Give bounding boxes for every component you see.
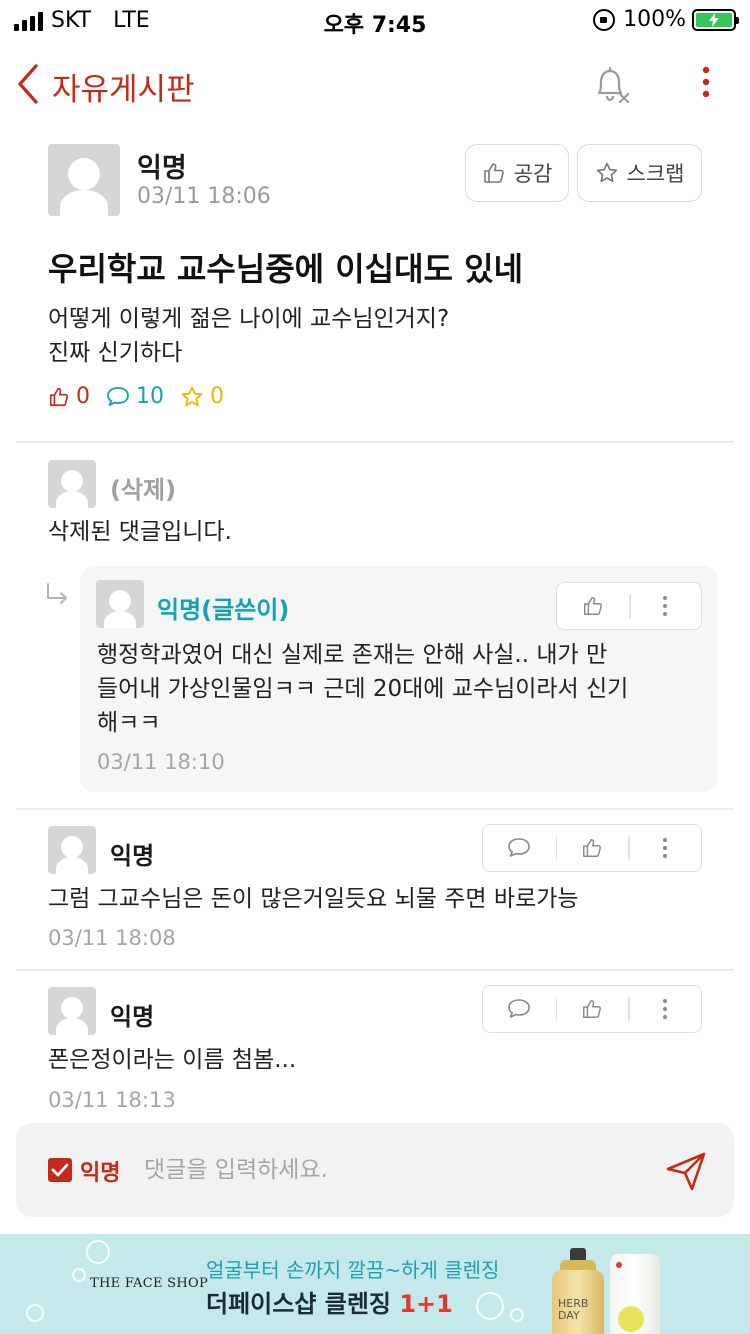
comment-count: 10 [106,384,164,409]
back-button[interactable] [14,62,44,106]
ad-headline: 얼굴부터 손까지 깔끔~하게 클렌징 [206,1258,500,1282]
like-count: 0 [48,384,90,409]
post-body-line: 어떻게 이렇게 젊은 나이에 교수님인거지? [48,306,450,332]
comment-author: 익명 [110,842,155,870]
star-icon [181,386,203,406]
board-title[interactable]: 자유게시판 [52,64,195,109]
bubble-decoration [476,1292,504,1320]
post-body: 어떻게 이렇게 젊은 나이에 교수님인거지? 진짜 신기하다 [48,302,449,370]
reply-arrow-icon [47,583,67,604]
comment-actions [482,985,702,1033]
post-title: 우리학교 교수님중에 이십대도 있네 [48,250,524,288]
notification-toggle-button[interactable] [590,64,632,106]
bubble-decoration [72,1268,86,1282]
like-button[interactable] [555,825,629,871]
product-tube-image [610,1254,660,1334]
comment-bubble-icon [107,386,129,406]
more-vertical-icon [662,838,667,858]
app-header: 자유게시판 [0,50,750,120]
comment-time: 03/11 18:08 [48,926,176,950]
star-icon [596,162,617,183]
post-author: 익명 [137,153,187,184]
like-button-label: 공감 [513,162,553,186]
thumbs-up-icon [583,1000,601,1018]
checkmark-icon [51,1163,69,1177]
chevron-left-icon [18,64,38,104]
comment-bubble-icon [508,838,531,857]
more-vertical-icon [663,596,667,616]
reply-comment: 익명(글쓴이) 행정학과였어 대신 실제로 존재는 안해 사실.. 내가 만 들… [80,566,718,792]
comment-text: 폰은정이라는 이름 첨봄... [48,1047,297,1073]
comment-bubble-icon [508,999,531,1018]
comment-author: 익명(글쓴이) [157,596,290,624]
like-button[interactable] [557,583,629,629]
thumbs-up-icon [583,839,601,857]
comment-text: 행정학과였어 대신 실제로 존재는 안해 사실.. 내가 만 들어내 가상인물임… [97,642,629,736]
comment-text: 삭제된 댓글입니다. [48,519,232,545]
post-time: 03/11 18:06 [137,184,271,209]
more-options-button[interactable] [628,825,701,871]
reply-button[interactable] [483,825,556,871]
product-bottle-image: HERB DAY [548,1248,608,1334]
ad-banner[interactable]: THE FACE SHOP 얼굴부터 손까지 깔끔~하게 클렌징 더페이스샵 클… [0,1234,750,1334]
scrap-button[interactable]: 스크랩 [577,144,702,202]
comment-actions [482,824,702,872]
send-icon [666,1152,706,1191]
thumbs-up-icon [584,597,602,615]
like-button[interactable]: 공감 [465,144,569,202]
more-vertical-icon [662,999,667,1019]
comment-input-bar: 익명 [16,1123,734,1217]
more-options-button[interactable] [628,986,701,1032]
more-options-button[interactable] [694,64,718,106]
reply-button[interactable] [483,986,556,1032]
scrap-count: 0 [180,384,224,409]
more-options-button[interactable] [629,583,701,629]
post-body-line: 진짜 신기하다 [48,340,183,366]
divider [16,441,734,443]
post-stats: 0 10 0 [48,384,240,409]
avatar [48,460,96,508]
comment-time: 03/11 18:10 [97,750,225,774]
comment-time: 03/11 18:13 [48,1088,176,1110]
orientation-lock-icon [593,8,616,31]
avatar [48,987,96,1035]
anonymous-label[interactable]: 익명 [80,1155,120,1187]
bell-off-icon [597,66,630,104]
status-bar: SKT LTE 오후 7:45 100% [0,0,750,42]
battery-icon [692,8,739,31]
bubble-decoration [510,1308,524,1322]
thumbs-up-icon [483,163,504,183]
comment-text: 그럼 그교수님은 돈이 많은거일듯요 뇌물 주면 바로가능 [48,886,579,912]
comment-author: 익명 [110,1003,155,1031]
avatar [48,826,96,874]
anonymous-checkbox[interactable] [48,1158,72,1182]
more-vertical-icon [702,66,710,98]
comment-input[interactable] [144,1149,644,1191]
avatar [48,144,120,216]
divider [16,808,734,810]
ad-brand-logo: THE FACE SHOP [90,1276,209,1291]
battery-percent: 100% [623,7,686,32]
comment-author: (삭제) [110,476,177,504]
bubble-decoration [86,1240,110,1264]
bubble-decoration [26,1304,44,1322]
scrap-button-label: 스크랩 [626,162,685,186]
comment-actions [556,582,702,630]
avatar [96,580,144,628]
send-button[interactable] [664,1149,708,1193]
divider [16,969,734,971]
thumbs-up-icon [49,387,69,406]
product-label: HERB DAY [558,1297,589,1322]
like-button[interactable] [555,986,629,1032]
ad-subheadline: 더페이스샵 클렌징 1+1 [206,1290,453,1318]
